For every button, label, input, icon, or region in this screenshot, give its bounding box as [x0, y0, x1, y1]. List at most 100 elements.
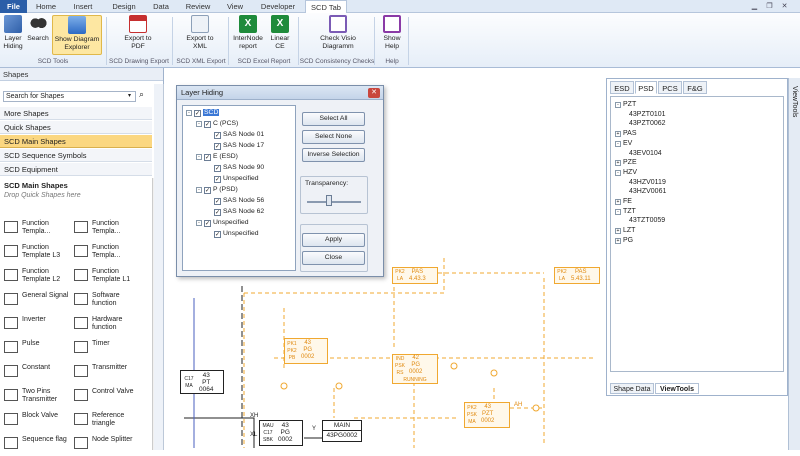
shape-item[interactable]: Block Valve [2, 410, 76, 432]
tab-home[interactable]: Home [30, 0, 62, 13]
diagram-block[interactable]: IND PSK RS 42 PG 0002 RUNNING [392, 354, 438, 384]
shape-item[interactable]: Function Template L1 [72, 266, 146, 288]
layer-tree-item[interactable]: - ✓ E (ESD) [196, 152, 238, 161]
shape-item[interactable]: Constant [2, 362, 76, 384]
search-shapes-input[interactable]: Search for Shapes [3, 91, 136, 102]
layer-checkbox[interactable]: ✓ [214, 132, 221, 139]
diagram-block[interactable]: PK2 PSK MA 43 PZT 0002 [464, 402, 510, 428]
layer-hiding-button[interactable]: Layer Hiding [2, 15, 24, 50]
shape-item[interactable]: Function Template L3 [2, 242, 76, 264]
shape-item[interactable]: Function Templa... [72, 218, 146, 240]
search-button[interactable]: Search [26, 15, 50, 43]
expander-icon[interactable]: - [196, 121, 202, 127]
restore-icon[interactable]: ❐ [765, 2, 774, 11]
shape-item[interactable]: Control Valve [72, 386, 146, 408]
viewtools-tree-item[interactable]: 43HZV0119 [629, 178, 666, 187]
shape-item[interactable]: Hardware function [72, 314, 146, 336]
expander-icon[interactable]: + [615, 228, 621, 235]
viewtools-tree-item[interactable]: + PAS [615, 129, 637, 138]
viewtools-tree-item[interactable]: + FE [615, 197, 632, 206]
tab-view[interactable]: View [220, 0, 250, 13]
expander-icon[interactable]: + [615, 131, 621, 138]
show-diagram-explorer-button[interactable]: Show Diagram Explorer [52, 15, 102, 55]
viewtools-tree-item[interactable]: 43EV0104 [629, 149, 662, 158]
show-help-button[interactable]: Show Help [378, 15, 406, 50]
expander-icon[interactable]: - [196, 154, 202, 160]
diagram-block[interactable]: MAIN 43PG0002 [322, 420, 362, 442]
layer-checkbox[interactable]: ✓ [214, 209, 221, 216]
shape-item[interactable]: Inverter [2, 314, 76, 336]
expander-icon[interactable]: - [196, 220, 202, 226]
tab-insert[interactable]: Insert [64, 0, 102, 13]
layer-tree-item[interactable]: ✓ SAS Node 56 [206, 196, 264, 205]
diagram-block[interactable]: PK1 PK2 PB 43 PG 0002 [284, 338, 328, 364]
diagram-block[interactable]: PK2 LA PAS 5.43.11 [554, 267, 600, 284]
shape-item[interactable]: Sequence flag [2, 434, 76, 456]
inverse-selection-button[interactable]: Inverse Selection [302, 148, 365, 162]
expander-icon[interactable]: - [186, 110, 192, 116]
stencil-quick-shapes[interactable]: Quick Shapes [0, 121, 152, 134]
shape-item[interactable]: Transmitter [72, 362, 146, 384]
apply-button[interactable]: Apply [302, 233, 365, 247]
viewtools-tree-item[interactable]: + PZE [615, 158, 637, 167]
viewtools-tree-item[interactable]: 43TZT0059 [629, 216, 665, 225]
viewtools-tree-item[interactable]: - HZV [615, 168, 637, 177]
internode-report-button[interactable]: X InterNode report [230, 15, 266, 50]
viewtools-tree-item[interactable]: 43PZT0062 [629, 119, 666, 128]
linear-ce-button[interactable]: X Linear CE [266, 15, 294, 50]
layer-checkbox[interactable]: ✓ [214, 231, 221, 238]
layer-tree-item[interactable]: - ✓ Unspecified [196, 218, 249, 227]
expander-icon[interactable]: - [196, 187, 202, 193]
close-icon[interactable]: ✕ [368, 88, 380, 98]
tab-data[interactable]: Data [146, 0, 176, 13]
layer-checkbox[interactable]: ✓ [204, 121, 211, 128]
shape-item[interactable]: Software function [72, 290, 146, 312]
expander-icon[interactable]: + [615, 160, 621, 167]
expander-icon[interactable]: + [615, 237, 621, 244]
layer-checkbox[interactable]: ✓ [214, 143, 221, 150]
tab-shape-data[interactable]: Shape Data [610, 383, 654, 394]
select-all-button[interactable]: Select All [302, 112, 365, 126]
tab-developer[interactable]: Developer [252, 0, 304, 13]
diagram-block[interactable]: MAU C17 SBK 43 PG 0002 [259, 420, 303, 446]
viewtools-tree-item[interactable]: + LZT [615, 226, 635, 235]
chevron-down-icon[interactable]: ▾ [128, 92, 135, 101]
viewtools-tree-item[interactable]: 43HZV0061 [629, 187, 666, 196]
tab-fg[interactable]: F&G [683, 81, 707, 94]
layer-checkbox[interactable]: ✓ [214, 198, 221, 205]
layer-tree-item[interactable]: ✓ SAS Node 17 [206, 141, 264, 150]
tab-scd[interactable]: SCD Tab [305, 0, 347, 14]
tab-design[interactable]: Design [103, 0, 145, 13]
export-pdf-button[interactable]: Export to PDF [118, 15, 158, 50]
stencil-scd-equipment[interactable]: SCD Equipment [0, 163, 152, 176]
viewtools-tree-item[interactable]: 43PZT0101 [629, 110, 666, 119]
viewtools-tree-item[interactable]: - TZT [615, 207, 636, 216]
expander-icon[interactable]: - [615, 208, 621, 215]
shape-item[interactable]: Function Template L2 [2, 266, 76, 288]
viewtools-tree-item[interactable]: - PZT [615, 100, 636, 109]
expander-icon[interactable]: + [615, 199, 621, 205]
tab-pcs[interactable]: PCS [658, 81, 682, 94]
layer-tree-item[interactable]: - ✓ C (PCS) [196, 119, 238, 128]
diagram-block[interactable]: C17 MA 43 PT 0064 [180, 370, 224, 394]
layer-tree-item[interactable]: - ✓ SCD [186, 108, 220, 117]
select-none-button[interactable]: Select None [302, 130, 365, 144]
layer-tree-item[interactable]: ✓ Unspecified [206, 229, 259, 238]
viewtools-tree-item[interactable]: + PG [615, 236, 633, 245]
layer-tree-item[interactable]: ✓ SAS Node 90 [206, 163, 264, 172]
shape-item[interactable]: Two Pins Transmitter [2, 386, 76, 408]
layer-tree-item[interactable]: ✓ SAS Node 62 [206, 207, 264, 216]
tab-review[interactable]: Review [178, 0, 218, 13]
tab-viewtools[interactable]: ViewTools [655, 383, 699, 394]
export-xml-button[interactable]: Export to XML [180, 15, 220, 50]
layer-checkbox[interactable]: ✓ [194, 110, 201, 117]
minimize-icon[interactable]: ▁ [750, 2, 759, 11]
shape-item[interactable]: Function Templa... [2, 218, 76, 240]
stencil-more-shapes[interactable]: More Shapes [0, 107, 152, 120]
tab-psd[interactable]: PSD [635, 81, 657, 94]
layer-checkbox[interactable]: ✓ [204, 220, 211, 227]
expander-icon[interactable]: - [615, 169, 621, 176]
search-icon[interactable]: ⌕ [139, 89, 149, 101]
stencil-scd-main-shapes[interactable]: SCD Main Shapes [0, 135, 152, 148]
tab-file[interactable]: File [0, 0, 27, 13]
